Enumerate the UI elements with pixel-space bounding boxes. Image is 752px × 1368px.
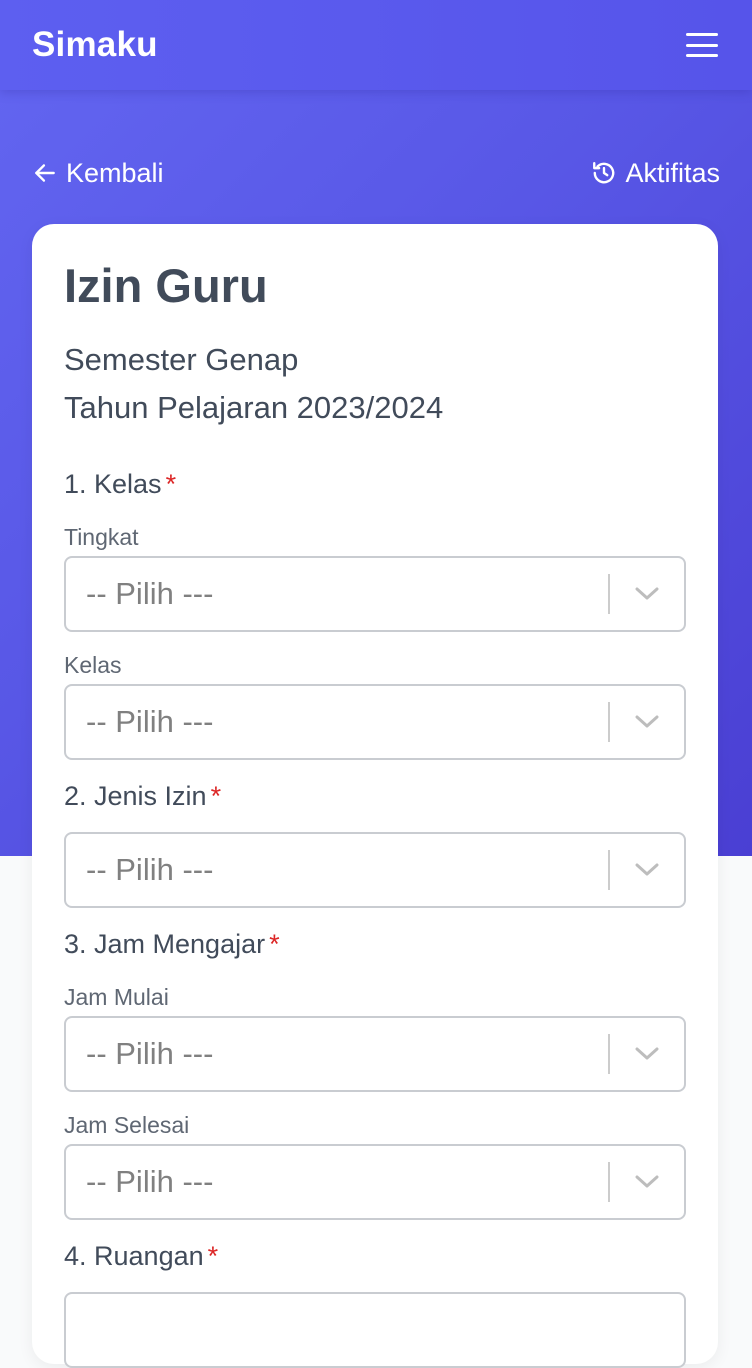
section-kelas-title: 1. Kelas — [64, 469, 162, 499]
sub-navigation: Kembali Aktifitas — [32, 150, 720, 196]
page-title: Izin Guru — [64, 259, 268, 312]
back-link[interactable]: Kembali — [32, 158, 164, 189]
history-icon — [593, 162, 615, 184]
section-ruangan-label: 4. Ruangan * — [64, 1238, 218, 1274]
arrow-left-icon — [35, 164, 55, 182]
ruangan-input[interactable] — [64, 1292, 686, 1368]
section-jenis-izin-title: 2. Jenis Izin — [64, 781, 207, 811]
kelas-label: Kelas — [64, 652, 122, 678]
kelas-select-value: -- Pilih --- — [86, 704, 214, 739]
hamburger-icon-line — [686, 33, 718, 36]
chevron-down-icon[interactable] — [610, 714, 684, 730]
chevron-down-icon[interactable] — [610, 1174, 684, 1190]
jam-selesai-select[interactable]: -- Pilih --- — [64, 1144, 686, 1220]
jenis-izin-select[interactable]: -- Pilih --- — [64, 832, 686, 908]
jam-mulai-select-value: -- Pilih --- — [86, 1036, 214, 1071]
section-ruangan-title: 4. Ruangan — [64, 1241, 204, 1271]
tingkat-label: Tingkat — [64, 524, 139, 550]
required-marker: * — [269, 929, 280, 959]
tingkat-select-value: -- Pilih --- — [86, 576, 214, 611]
semester-text: Semester Genap — [64, 342, 299, 377]
chevron-down-icon[interactable] — [610, 862, 684, 878]
jam-mulai-select[interactable]: -- Pilih --- — [64, 1016, 686, 1092]
required-marker: * — [210, 781, 222, 811]
activity-label: Aktifitas — [625, 157, 720, 188]
chevron-down-icon[interactable] — [610, 586, 684, 602]
section-jenis-izin-label: 2. Jenis Izin * — [64, 778, 221, 814]
jam-selesai-label: Jam Selesai — [64, 1112, 190, 1138]
section-jam-mengajar-label: 3. Jam Mengajar * — [64, 926, 280, 962]
top-navbar: Simaku — [0, 0, 752, 90]
hamburger-icon-line — [686, 54, 718, 57]
required-marker: * — [207, 1241, 219, 1271]
section-kelas-label: 1. Kelas * — [64, 466, 176, 502]
jam-mulai-label: Jam Mulai — [64, 984, 169, 1010]
form-card: Izin Guru Semester Genap Tahun Pelajaran… — [32, 224, 718, 1368]
section-jam-mengajar-title: 3. Jam Mengajar — [64, 929, 266, 959]
activity-link[interactable]: Aktifitas — [591, 158, 720, 189]
hamburger-icon-line — [686, 43, 718, 47]
menu-button[interactable] — [684, 30, 720, 60]
back-label: Kembali — [66, 157, 164, 188]
academic-year-text: Tahun Pelajaran 2023/2024 — [64, 390, 444, 425]
chevron-down-icon[interactable] — [610, 1046, 684, 1062]
kelas-select[interactable]: -- Pilih --- — [64, 684, 686, 760]
app-brand[interactable]: Simaku — [32, 25, 158, 65]
jenis-izin-select-value: -- Pilih --- — [86, 852, 214, 887]
jam-selesai-select-value: -- Pilih --- — [86, 1164, 214, 1199]
tingkat-select[interactable]: -- Pilih --- — [64, 556, 686, 632]
required-marker: * — [165, 469, 177, 499]
